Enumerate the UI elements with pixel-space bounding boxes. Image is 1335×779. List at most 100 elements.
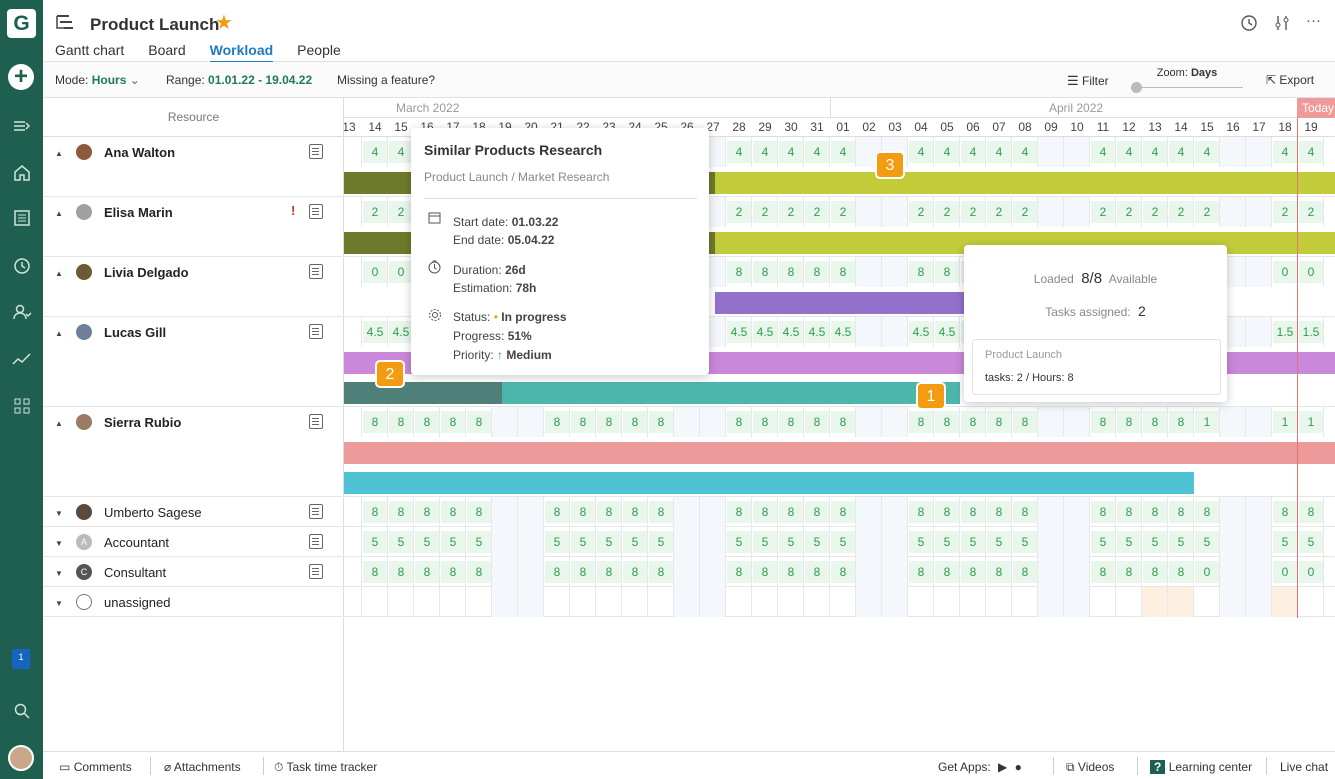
workload-cell[interactable] (1064, 197, 1090, 227)
hours-value[interactable]: 4 (363, 141, 387, 163)
hours-value[interactable]: 8 (831, 411, 855, 433)
workload-cell[interactable] (1038, 527, 1064, 557)
workload-cell[interactable] (344, 587, 362, 617)
hours-value[interactable]: 8 (805, 411, 829, 433)
workload-cell[interactable] (778, 587, 804, 617)
hours-value[interactable]: 8 (1169, 561, 1193, 583)
workload-cell[interactable] (388, 587, 414, 617)
workload-cell[interactable] (622, 587, 648, 617)
hours-value[interactable]: 8 (623, 561, 647, 583)
workload-cell[interactable] (1220, 137, 1246, 167)
hours-value[interactable]: 4 (779, 141, 803, 163)
hours-value[interactable]: 4.5 (727, 321, 751, 343)
hours-value[interactable]: 5 (597, 531, 621, 553)
workload-cell[interactable] (492, 407, 518, 437)
zoom-control[interactable]: Zoom: Days (1129, 67, 1245, 79)
create-button[interactable]: + (8, 64, 34, 90)
hours-value[interactable]: 4.5 (363, 321, 387, 343)
hours-value[interactable]: 2 (909, 201, 933, 223)
tab-gantt-chart[interactable]: Gantt chart (55, 42, 124, 63)
hours-value[interactable]: 8 (571, 561, 595, 583)
workload-cell[interactable] (856, 497, 882, 527)
workload-cell[interactable] (344, 527, 362, 557)
hours-value[interactable]: 8 (935, 501, 959, 523)
hours-value[interactable]: 0 (1299, 561, 1323, 583)
workload-cell[interactable] (344, 557, 362, 587)
hours-value[interactable]: 8 (649, 501, 673, 523)
hours-value[interactable]: 1 (1299, 411, 1323, 433)
workload-cell[interactable] (544, 587, 570, 617)
workload-cell[interactable] (1038, 557, 1064, 587)
hours-value[interactable]: 5 (909, 531, 933, 553)
collapse-toggle-icon[interactable]: ▲ (55, 149, 63, 158)
workload-cell[interactable] (856, 527, 882, 557)
workload-cell[interactable] (882, 257, 908, 287)
hours-value[interactable]: 8 (623, 411, 647, 433)
workload-cell[interactable] (344, 407, 362, 437)
workload-cell[interactable] (570, 587, 596, 617)
hours-value[interactable]: 8 (441, 411, 465, 433)
workload-cell[interactable] (492, 557, 518, 587)
workload-cell[interactable] (1116, 587, 1142, 617)
workload-cell[interactable] (700, 587, 726, 617)
hours-value[interactable]: 8 (649, 561, 673, 583)
workload-cell[interactable] (1038, 497, 1064, 527)
hours-value[interactable]: 8 (441, 561, 465, 583)
hours-value[interactable]: 4 (987, 141, 1011, 163)
workload-cell[interactable] (700, 497, 726, 527)
workload-cell[interactable] (344, 197, 362, 227)
collapse-toggle-icon[interactable]: ▲ (55, 269, 63, 278)
task-bar[interactable] (344, 442, 1335, 464)
expand-toggle-icon[interactable]: ▼ (55, 599, 63, 608)
hours-value[interactable]: 8 (1091, 561, 1115, 583)
workload-cell[interactable] (648, 587, 674, 617)
hours-value[interactable]: 4 (1117, 141, 1141, 163)
workload-cell[interactable] (518, 557, 544, 587)
workload-cell[interactable] (1064, 527, 1090, 557)
hours-value[interactable]: 4 (909, 141, 933, 163)
hours-value[interactable]: 2 (1143, 201, 1167, 223)
hours-value[interactable]: 4 (1169, 141, 1193, 163)
hours-value[interactable]: 1 (1195, 411, 1219, 433)
workload-cell[interactable] (856, 197, 882, 227)
hours-value[interactable]: 8 (571, 501, 595, 523)
workload-cell[interactable] (960, 587, 986, 617)
resource-calendar-icon[interactable] (309, 264, 323, 279)
hours-value[interactable]: 8 (1117, 561, 1141, 583)
hours-value[interactable]: 4 (1195, 141, 1219, 163)
hours-value[interactable]: 5 (545, 531, 569, 553)
hours-value[interactable]: 4.5 (831, 321, 855, 343)
hours-value[interactable]: 4.5 (935, 321, 959, 343)
workload-cell[interactable] (492, 497, 518, 527)
workload-cell[interactable] (1220, 527, 1246, 557)
hours-value[interactable]: 8 (363, 501, 387, 523)
workload-cell[interactable] (856, 587, 882, 617)
hours-value[interactable]: 4.5 (909, 321, 933, 343)
hours-value[interactable]: 8 (727, 561, 751, 583)
workload-cell[interactable] (1064, 137, 1090, 167)
history-icon[interactable] (1240, 14, 1258, 36)
hours-value[interactable]: 5 (649, 531, 673, 553)
hours-value[interactable]: 8 (389, 411, 413, 433)
resource-row[interactable]: ▲ Sierra Rubio (43, 407, 344, 497)
tab-workload[interactable]: Workload (209, 42, 274, 63)
workload-cell[interactable] (856, 257, 882, 287)
resource-calendar-icon[interactable] (309, 324, 323, 339)
apps-icon[interactable] (7, 392, 36, 420)
hours-value[interactable]: 4 (1299, 141, 1323, 163)
workload-cell[interactable] (1246, 257, 1272, 287)
workload-cell[interactable] (344, 497, 362, 527)
workload-cell[interactable] (1246, 317, 1272, 347)
hours-value[interactable]: 8 (649, 411, 673, 433)
hours-value[interactable]: 8 (1013, 411, 1037, 433)
hours-value[interactable]: 5 (467, 531, 491, 553)
hours-value[interactable]: 8 (909, 261, 933, 283)
workload-cell[interactable] (700, 407, 726, 437)
hours-value[interactable]: 8 (415, 561, 439, 583)
resource-row[interactable]: ▼ A Accountant (43, 527, 344, 557)
workload-cell[interactable] (674, 407, 700, 437)
hours-value[interactable]: 5 (987, 531, 1011, 553)
hours-value[interactable]: 2 (779, 201, 803, 223)
hours-value[interactable]: 8 (1143, 411, 1167, 433)
hours-value[interactable]: 5 (363, 531, 387, 553)
